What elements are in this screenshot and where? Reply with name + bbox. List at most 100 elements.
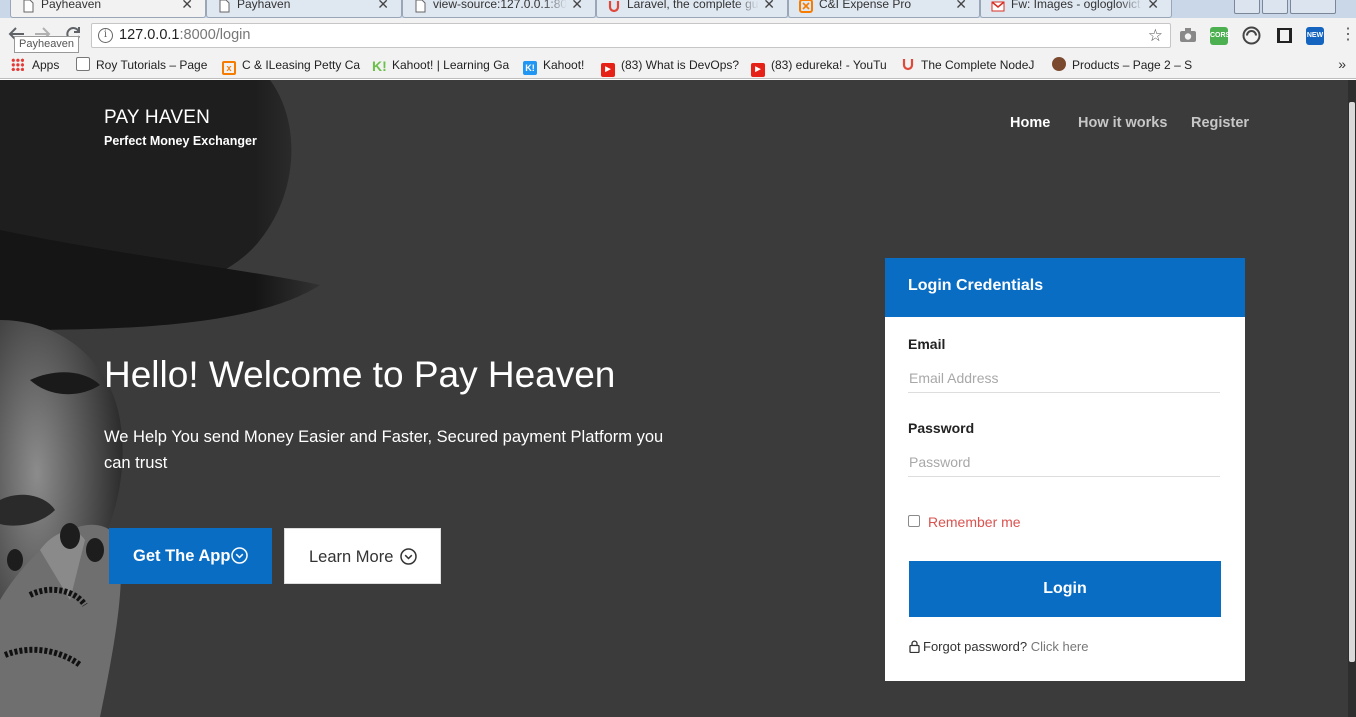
- nav-register[interactable]: Register: [1191, 115, 1249, 131]
- url-path: :8000/login: [179, 27, 251, 43]
- page-icon: [219, 0, 230, 13]
- bookmark-kahoot[interactable]: K! Kahoot!: [523, 57, 585, 75]
- chevron-circle-down-icon: [400, 548, 417, 565]
- password-label: Password: [908, 420, 975, 436]
- lock-icon: [909, 640, 920, 653]
- youtube-icon: ▶: [751, 63, 765, 77]
- tab-title: Payhaven: [237, 0, 373, 11]
- tab-title: Payheaven: [41, 0, 177, 11]
- window-maximize-button[interactable]: [1262, 0, 1288, 14]
- browser-tab-5[interactable]: Fw: Images - ogloglovict ✕: [980, 0, 1172, 18]
- bookmark-devops[interactable]: ▶ (83) What is DevOps?: [601, 57, 740, 77]
- bookmark-label: Kahoot!: [543, 58, 585, 72]
- page-icon: [23, 0, 34, 13]
- login-card-title: Login Credentials: [908, 277, 1044, 294]
- page-icon: [415, 0, 426, 13]
- learn-more-button[interactable]: Learn More: [284, 528, 441, 584]
- close-icon[interactable]: ✕: [763, 0, 775, 13]
- email-field[interactable]: [908, 363, 1220, 393]
- cors-extension-icon[interactable]: CORS: [1210, 27, 1230, 45]
- page-scrollbar[interactable]: [1348, 80, 1356, 717]
- close-icon[interactable]: ✕: [571, 0, 583, 13]
- brand-title[interactable]: PAY HAVEN: [104, 107, 210, 129]
- email-label: Email: [908, 336, 946, 352]
- tab-title: Fw: Images - ogloglovict: [1011, 0, 1143, 11]
- browser-tab-2[interactable]: view-source:127.0.0.1:800 ✕: [402, 0, 596, 18]
- password-field[interactable]: [908, 447, 1220, 477]
- browser-menu-icon[interactable]: ⋮: [1340, 26, 1356, 44]
- login-card-header: Login Credentials: [885, 258, 1245, 317]
- browser-tab-4[interactable]: C&I Expense Pro ✕: [788, 0, 980, 18]
- bookmarks-overflow-button[interactable]: »: [1338, 56, 1346, 72]
- chevron-circle-down-icon: [231, 547, 248, 564]
- url-host: 127.0.0.1: [119, 27, 180, 43]
- xampp-icon: x: [222, 61, 236, 75]
- bookmark-label: Apps: [32, 58, 60, 72]
- bookmark-nodejs[interactable]: The Complete NodeJ: [901, 57, 1034, 74]
- forgot-password-row: Forgot password? Click here: [909, 639, 1088, 654]
- scrollbar-thumb[interactable]: [1349, 102, 1355, 662]
- nav-home[interactable]: Home: [1010, 115, 1050, 131]
- remember-me-checkbox[interactable]: [908, 515, 920, 527]
- bookmarks-bar: Apps Roy Tutorials – Page x C & ILeasing …: [0, 53, 1356, 79]
- bookmark-label: Roy Tutorials – Page: [96, 58, 208, 72]
- bookmark-star-icon[interactable]: ☆: [1148, 24, 1163, 47]
- browser-tab-1[interactable]: Payhaven ✕: [206, 0, 402, 18]
- brand-tagline: Perfect Money Exchanger: [104, 134, 257, 148]
- bookmark-apps[interactable]: Apps: [11, 57, 59, 74]
- browser-tab-3[interactable]: Laravel, the complete gu ✕: [596, 0, 788, 18]
- youtube-icon: ▶: [601, 63, 615, 77]
- browser-tab-0[interactable]: Payheaven ✕: [10, 0, 206, 18]
- hero-headline: Hello! Welcome to Pay Heaven: [104, 354, 616, 395]
- film-extension-icon[interactable]: [1276, 27, 1293, 44]
- apps-grid-icon: [11, 58, 24, 71]
- forgot-password-link[interactable]: Click here: [1031, 639, 1089, 654]
- xampp-icon: [799, 0, 813, 13]
- shield-extension-icon[interactable]: [1242, 26, 1261, 45]
- hero-portrait-image: [0, 80, 340, 717]
- bookmark-label: The Complete NodeJ: [921, 58, 1035, 72]
- bookmark-products[interactable]: Products – Page 2 – S: [1052, 57, 1192, 74]
- get-the-app-button[interactable]: Get The App: [109, 528, 272, 584]
- bookmark-roy-tutorials[interactable]: Roy Tutorials – Page: [76, 57, 207, 74]
- remember-me-label[interactable]: Remember me: [928, 514, 1021, 530]
- nav-how-it-works[interactable]: How it works: [1078, 115, 1167, 131]
- info-icon[interactable]: i: [98, 28, 113, 43]
- close-icon[interactable]: ✕: [377, 0, 389, 13]
- avatar-icon: [1052, 57, 1066, 71]
- address-bar[interactable]: i 127.0.0.1:8000/login ☆: [91, 23, 1171, 48]
- hero-subtext: We Help You send Money Easier and Faster…: [104, 428, 664, 472]
- bookmark-label: C & ILeasing Petty Ca: [242, 58, 361, 72]
- window-minimize-button[interactable]: [1234, 0, 1260, 14]
- tab-title: view-source:127.0.0.1:800: [433, 0, 567, 11]
- login-button[interactable]: Login: [909, 561, 1221, 617]
- learn-more-label: Learn More: [309, 548, 394, 566]
- close-icon[interactable]: ✕: [181, 0, 193, 13]
- login-card: Login Credentials Email Password Remembe…: [885, 258, 1245, 681]
- udemy-icon: [902, 59, 914, 71]
- gmail-icon: [991, 1, 1005, 12]
- close-icon[interactable]: ✕: [955, 0, 967, 13]
- bookmark-label: Products – Page 2 – S: [1072, 58, 1193, 72]
- camera-icon[interactable]: [1179, 27, 1197, 43]
- bookmark-kahoot-learning[interactable]: K! Kahoot! | Learning Ga: [372, 57, 509, 74]
- tab-title: C&I Expense Pro: [819, 0, 951, 11]
- forgot-password-text: Forgot password?: [923, 639, 1028, 654]
- bookmark-edureka[interactable]: ▶ (83) edureka! - YouTu: [751, 57, 887, 77]
- kahoot-icon: K!: [372, 58, 387, 74]
- bookmark-label: (83) What is DevOps?: [621, 58, 740, 72]
- bookmark-label: Kahoot! | Learning Ga: [392, 58, 510, 72]
- address-url[interactable]: 127.0.0.1:8000/login: [119, 24, 250, 47]
- hero-section: PAY HAVEN Perfect Money Exchanger Home H…: [0, 80, 1356, 717]
- tab-tooltip: Payheaven: [14, 36, 80, 53]
- window-close-button[interactable]: [1290, 0, 1336, 14]
- page-icon: [76, 57, 90, 71]
- bookmark-ci-leasing[interactable]: x C & ILeasing Petty Ca: [222, 57, 361, 75]
- new-extension-icon[interactable]: NEW: [1306, 27, 1324, 45]
- kahoot-blue-icon: K!: [523, 61, 537, 75]
- close-icon[interactable]: ✕: [1147, 0, 1159, 13]
- browser-toolbar: i 127.0.0.1:8000/login ☆ CORS NEW ⋮: [0, 18, 1356, 53]
- get-the-app-label: Get The App: [133, 547, 231, 565]
- browser-tabstrip: Payheaven ✕ Payhaven ✕ view-source:127.0…: [0, 0, 1356, 18]
- bookmark-label: (83) edureka! - YouTu: [771, 58, 887, 72]
